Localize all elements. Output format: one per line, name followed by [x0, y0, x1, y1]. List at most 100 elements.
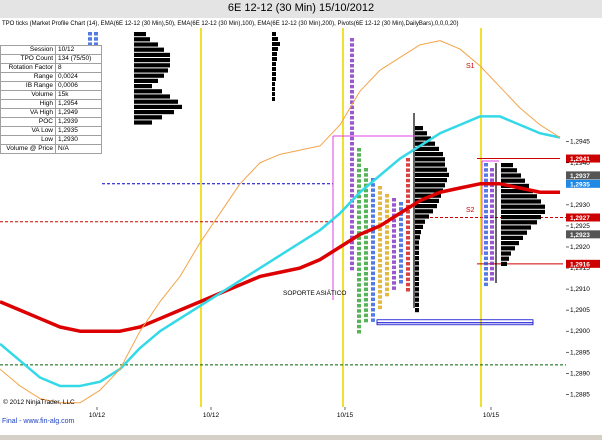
profile-d-bar [501, 168, 517, 172]
profile-d-bar [501, 251, 511, 255]
tpo-letter [357, 221, 361, 225]
tpo-letter [357, 268, 361, 272]
profile-b-bar [272, 72, 276, 76]
tpo-letter [350, 85, 354, 89]
tpo-letter [385, 277, 389, 281]
profile-c-bar [415, 126, 423, 130]
tpo-letter [364, 308, 368, 312]
tpo-letter [378, 238, 382, 242]
tpo-letter [364, 288, 368, 292]
tpo-letter [357, 288, 361, 292]
profile-b-bar [272, 32, 276, 36]
tpo-letter [484, 173, 488, 177]
x-tick-label: 10/15 [337, 412, 354, 419]
tpo-letter [364, 199, 368, 203]
tpo-letter [357, 294, 361, 298]
profile-d-bar [501, 215, 541, 219]
tpo-letter [350, 132, 354, 136]
tpo-letter [385, 246, 389, 250]
tpo-letter [406, 174, 410, 178]
tpo-letter [484, 163, 488, 167]
profile-a-bar [134, 94, 170, 98]
profile-d-bar [501, 220, 537, 224]
info-row: Low1,2930 [1, 136, 102, 145]
tpo-letter [406, 272, 410, 276]
profile-a-bar [134, 53, 170, 57]
profile-c-bar [415, 303, 419, 307]
profile-a-bar [134, 42, 158, 46]
tpo-letter [357, 169, 361, 173]
info-row: Session10/12 [1, 46, 102, 55]
plot-area[interactable]: TPO ticks (Market Profile Chart (14), EM… [0, 18, 567, 407]
info-label: VA High [1, 109, 56, 118]
info-label: VA Low [1, 127, 56, 136]
tpo-letter [350, 43, 354, 47]
tpo-letter [399, 218, 403, 222]
tpo-letter [371, 277, 375, 281]
tpo-letter [350, 38, 354, 42]
tpo-letter [484, 257, 488, 261]
x-tick-label: 10/15 [483, 412, 500, 419]
tpo-letter [406, 179, 410, 183]
tpo-info-panel: Session10/12TPO Count134 (75/50)Rotation… [0, 45, 102, 154]
tpo-letter [371, 209, 375, 213]
series-line-cyan [0, 116, 560, 386]
tpo-letter [406, 220, 410, 224]
tpo-letter [406, 267, 410, 271]
tpo-letter [364, 220, 368, 224]
tpo-letter [378, 274, 382, 278]
tpo-letter [484, 231, 488, 235]
info-value: 134 (75/50) [56, 55, 102, 64]
tpo-letter [371, 214, 375, 218]
info-row: TPO Count134 (75/50) [1, 55, 102, 64]
profile-c-bar [415, 282, 419, 286]
profile-d-bar [501, 210, 545, 214]
tpo-letter [357, 257, 361, 261]
tpo-letter [490, 225, 494, 229]
footer-link[interactable]: Final - www.fin-alg.com [2, 418, 74, 425]
profile-b-bar [272, 67, 276, 71]
profile-c-bar [415, 220, 425, 224]
tpo-letter [399, 244, 403, 248]
price-axis[interactable]: 1,29451,29401,29351,29301,29251,29201,29… [566, 18, 602, 407]
tpo-letter [484, 215, 488, 219]
info-label: Range [1, 73, 56, 82]
profile-d-bar [501, 246, 515, 250]
info-label: High [1, 100, 56, 109]
tpo-letter [399, 254, 403, 258]
tpo-letter [371, 282, 375, 286]
tpo-letter [399, 202, 403, 206]
tpo-letter [399, 275, 403, 279]
profile-c-bar [415, 235, 420, 239]
tpo-letter [490, 236, 494, 240]
tpo-letter [378, 295, 382, 299]
info-row: POC1,2939 [1, 118, 102, 127]
tpo-letter [357, 283, 361, 287]
tpo-letter [484, 272, 488, 276]
tpo-letter [371, 256, 375, 260]
info-label: Rotation Factor [1, 64, 56, 73]
tpo-letter [350, 121, 354, 125]
profile-c-bar [415, 272, 419, 276]
tpo-letter [385, 215, 389, 219]
tpo-letter [399, 228, 403, 232]
tpo-letter [484, 283, 488, 287]
time-axis[interactable]: 10/1210/1210/1510/15 [0, 407, 602, 435]
tpo-letter [378, 207, 382, 211]
tpo-letter [484, 236, 488, 240]
tpo-letter [371, 292, 375, 296]
profile-b-bar [272, 57, 277, 61]
profile-b-bar [272, 37, 278, 41]
tpo-letter [350, 262, 354, 266]
tpo-letter [371, 240, 375, 244]
tpo-letter [490, 178, 494, 182]
info-label: Volume @ Price [1, 145, 56, 154]
tpo-letter [484, 246, 488, 250]
tpo-letter [357, 314, 361, 318]
window-titlebar[interactable]: 6E 12-12 (30 Min) 15/10/2012 [0, 0, 602, 19]
tpo-letter [406, 200, 410, 204]
tpo-letter [490, 204, 494, 208]
profile-d-bar [501, 241, 519, 245]
profile-c-bar [415, 157, 445, 161]
tpo-letter [378, 290, 382, 294]
